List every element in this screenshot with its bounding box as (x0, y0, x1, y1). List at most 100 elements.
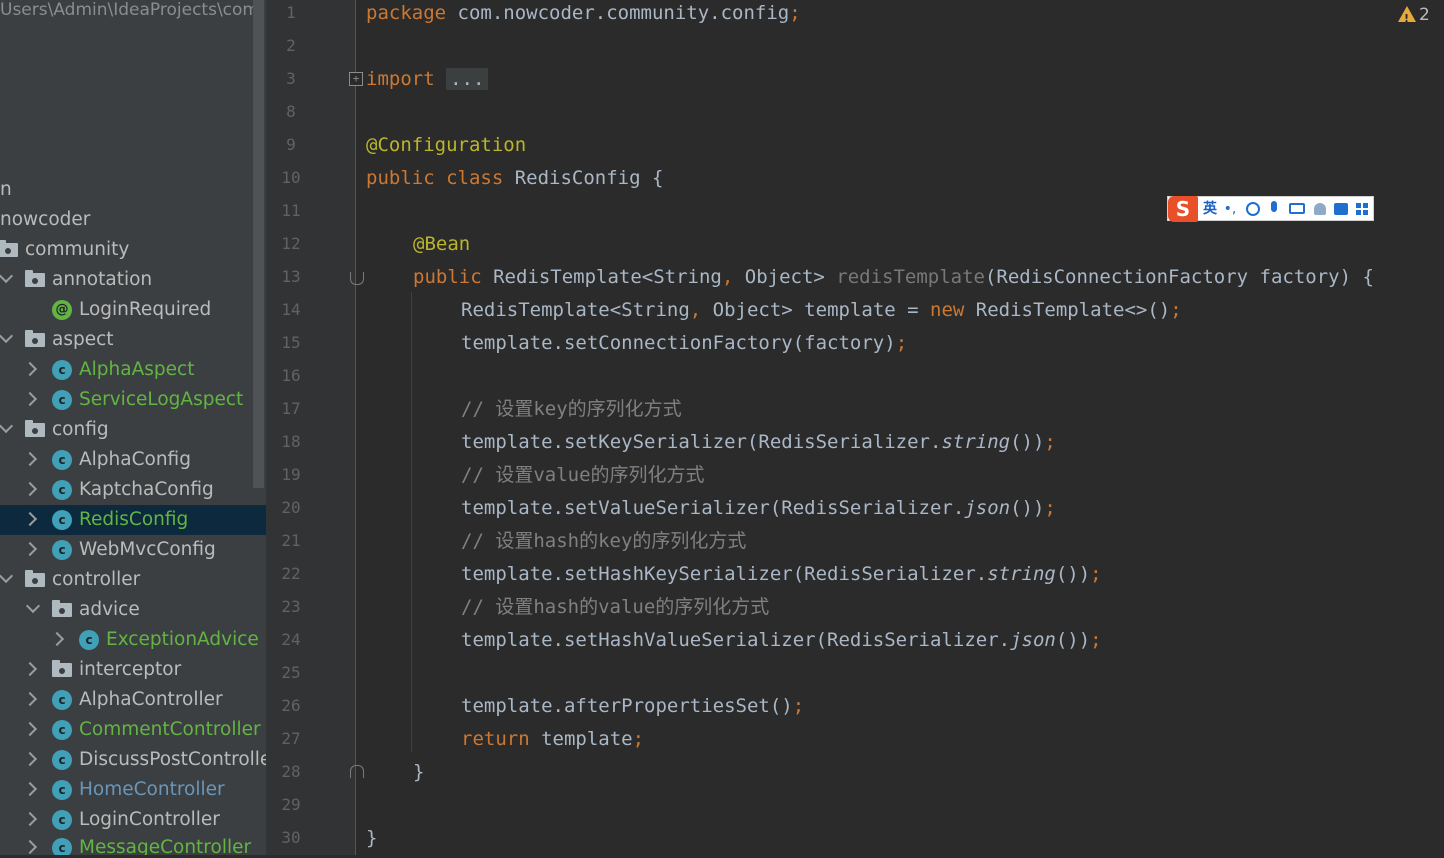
tree-item-discusspostcontroller[interactable]: c DiscussPostController (0, 745, 266, 775)
tree-item-alphaaspect[interactable]: c AlphaAspect (0, 355, 266, 385)
code: template.setHashKeySerializer(RedisSeria… (461, 563, 988, 585)
tree-item-controller[interactable]: controller (0, 565, 266, 595)
line-number: 13 (281, 267, 301, 286)
semicolon: ; (1090, 563, 1102, 585)
code-line-27: return template; (461, 726, 644, 759)
chevron-right-icon[interactable] (22, 811, 38, 827)
tree-item-commentcontroller[interactable]: c CommentController (0, 715, 266, 745)
ime-toolbar[interactable]: S 英 •, (1167, 196, 1374, 222)
line-number: 28 (281, 762, 301, 781)
tree-item-redisconfig[interactable]: c RedisConfig (0, 505, 266, 535)
tree-item-kaptchaconfig[interactable]: c KaptchaConfig (0, 475, 266, 505)
tree-item-webmvcconfig[interactable]: c WebMvcConfig (0, 535, 266, 565)
code-line-10: public class RedisConfig { (366, 165, 663, 198)
code-line-14: RedisTemplate<String, Object> template =… (461, 297, 1182, 330)
chevron-right-icon[interactable] (22, 661, 38, 677)
tree-item-aspect[interactable]: aspect (0, 325, 266, 355)
tree-item-label: config (52, 419, 109, 440)
chevron-right-icon[interactable] (22, 691, 38, 707)
chevron-right-icon[interactable] (22, 511, 38, 527)
comma: , (721, 266, 734, 288)
tree-item-annotation[interactable]: annotation (0, 265, 266, 295)
chevron-right-icon[interactable] (22, 839, 38, 855)
code: template.afterPropertiesSet() (461, 695, 793, 717)
chevron-down-icon[interactable] (0, 328, 14, 344)
chevron-right-icon[interactable] (22, 361, 38, 377)
code: template.setValueSerializer(RedisSeriali… (461, 497, 965, 519)
chevron-right-icon[interactable] (22, 481, 38, 497)
tree-item-label: AlphaController (79, 689, 223, 710)
line-number: 30 (281, 828, 301, 847)
tree-item-nowcoder[interactable]: nowcoder (0, 205, 266, 235)
chevron-right-icon[interactable] (49, 631, 65, 647)
chevron-right-icon[interactable] (22, 721, 38, 737)
tree-item-logincontroller[interactable]: c LoginController (0, 805, 266, 835)
tree-item-label: LoginController (79, 809, 220, 830)
chevron-right-icon[interactable] (22, 451, 38, 467)
static-method: json (1010, 629, 1056, 651)
keyboard-icon[interactable] (1289, 203, 1305, 214)
class-icon: c (52, 720, 72, 740)
code-line-9: @Configuration (366, 134, 527, 156)
static-method: string (987, 563, 1056, 585)
tree-item-exceptionadvice[interactable]: c ExceptionAdvice (0, 625, 266, 655)
code-line-17: // 设置key的序列化方式 (461, 398, 682, 420)
chevron-down-icon[interactable] (0, 268, 14, 284)
chevron-down-icon[interactable] (0, 418, 14, 434)
emoji-icon[interactable] (1246, 202, 1260, 216)
chevron-down-icon[interactable] (0, 568, 14, 584)
line-number: 16 (281, 366, 301, 385)
class-icon: c (52, 838, 72, 855)
tree-item-alphaconfig[interactable]: c AlphaConfig (0, 445, 266, 475)
class-icon: c (52, 450, 72, 470)
tree-item-label: ExceptionAdvice (106, 629, 259, 650)
toolbox-icon[interactable] (1356, 203, 1368, 215)
folded-imports[interactable]: ... (446, 68, 489, 90)
tree-item-homecontroller[interactable]: c HomeController (0, 775, 266, 805)
ime-language-toggle[interactable]: 英 (1201, 199, 1219, 219)
code-line-23: // 设置hash的value的序列化方式 (461, 596, 770, 618)
tree-item-messagecontroller[interactable]: c MessageController (0, 833, 266, 855)
tree-item-loginrequired[interactable]: @ LoginRequired (0, 295, 266, 325)
code-line-19: // 设置value的序列化方式 (461, 464, 705, 486)
tree-item-alphacontroller[interactable]: c AlphaController (0, 685, 266, 715)
line-number: 9 (286, 135, 296, 154)
chevron-right-icon[interactable] (22, 391, 38, 407)
sogou-logo-icon[interactable]: S (1168, 196, 1198, 222)
code-line-18: template.setKeySerializer(RedisSerialize… (461, 429, 1056, 462)
chevron-right-icon[interactable] (22, 751, 38, 767)
semicolon: ; (792, 695, 805, 717)
folder-icon (25, 570, 45, 587)
line-number: 17 (281, 399, 301, 418)
semicolon: ; (1170, 299, 1182, 321)
code: template.setKeySerializer(RedisSerialize… (461, 431, 942, 453)
folder-icon (52, 660, 72, 677)
keyword: return (461, 728, 530, 750)
chevron-right-icon[interactable] (22, 781, 38, 797)
brace: { (640, 167, 664, 189)
class-icon: c (52, 510, 72, 530)
chevron-right-icon[interactable] (22, 541, 38, 557)
code: ()) (1010, 431, 1045, 453)
code-line-3: import ... (366, 66, 489, 99)
microphone-icon[interactable] (1271, 201, 1277, 212)
folder-icon (25, 420, 45, 437)
code-line-20: template.setValueSerializer(RedisSeriali… (461, 495, 1056, 528)
class-icon: c (52, 780, 72, 800)
line-number: 10 (281, 168, 301, 187)
code-line-12: @Bean (413, 233, 471, 255)
chevron-down-icon[interactable] (25, 598, 41, 614)
tree-item-label: HomeController (79, 779, 225, 800)
code-line-13: public RedisTemplate<String, Object> red… (413, 264, 1374, 297)
tree-item-n[interactable]: n (0, 175, 266, 205)
project-path: Users\Admin\IdeaProjects\com (0, 0, 259, 20)
tree-item-community[interactable]: community (0, 235, 266, 265)
tree-item-servicelogaspect[interactable]: c ServiceLogAspect (0, 385, 266, 415)
warnings-indicator[interactable]: 2 (1398, 4, 1430, 30)
ime-punctuation-toggle[interactable]: •, (1221, 199, 1239, 219)
skin-icon[interactable] (1334, 203, 1348, 215)
tree-item-interceptor[interactable]: interceptor (0, 655, 266, 685)
tree-item-config[interactable]: config (0, 415, 266, 445)
tree-item-advice[interactable]: advice (0, 595, 266, 625)
user-icon[interactable] (1314, 203, 1326, 215)
